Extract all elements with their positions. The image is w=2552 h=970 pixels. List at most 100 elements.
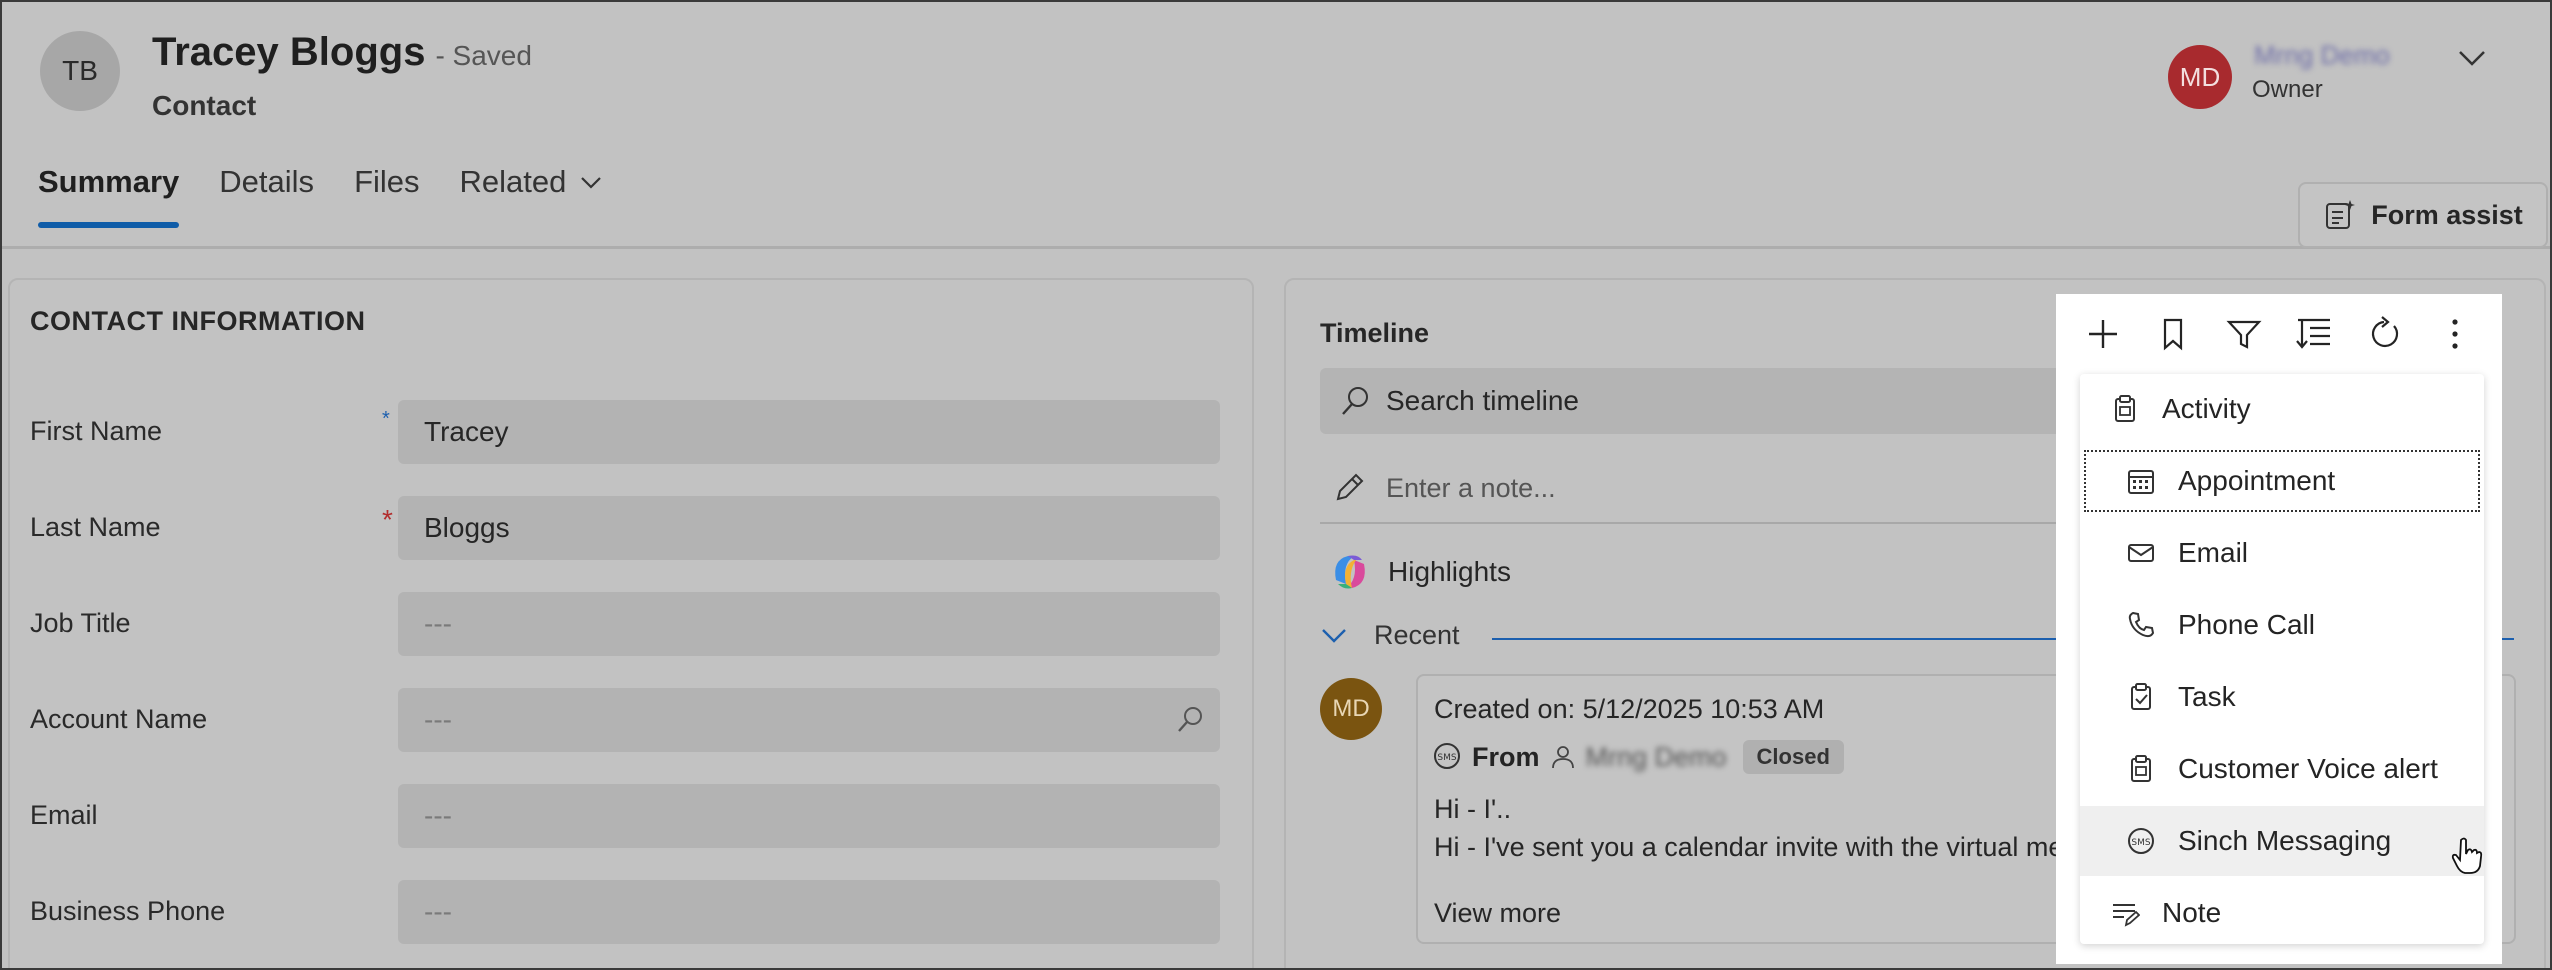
task-clipboard-icon — [2126, 682, 2156, 712]
menu-item-label: Phone Call — [2178, 609, 2315, 640]
last-name-input[interactable]: Bloggs — [398, 496, 1220, 560]
chevron-down-icon — [1320, 626, 1348, 646]
menu-item-label: Activity — [2162, 393, 2251, 424]
first-name-input[interactable]: Tracey — [398, 400, 1220, 464]
business-phone-input[interactable]: --- — [398, 880, 1220, 944]
field-label: Business Phone — [30, 896, 226, 926]
copilot-icon — [1328, 550, 1372, 594]
sort-icon[interactable] — [2292, 312, 2336, 356]
activity-avatar: MD — [1320, 678, 1382, 740]
job-title-input[interactable]: --- — [398, 592, 1220, 656]
menu-item-email[interactable]: Email — [2080, 518, 2484, 588]
filter-icon[interactable] — [2222, 312, 2266, 356]
from-label: From — [1472, 741, 1540, 772]
recommended-indicator: * — [382, 408, 390, 430]
bookmark-icon[interactable] — [2151, 312, 2195, 356]
owner-avatar[interactable]: MD — [2168, 45, 2232, 109]
tab-files[interactable]: Files — [354, 164, 419, 228]
chevron-down-icon[interactable] — [2454, 40, 2490, 76]
form-assist-icon — [2323, 198, 2357, 232]
search-icon — [1338, 384, 1372, 418]
person-icon — [1550, 744, 1576, 770]
menu-item-note[interactable]: Note — [2080, 878, 2484, 948]
record-tabs: Summary Details Files Related — [38, 164, 604, 228]
account-name-lookup[interactable]: --- — [398, 688, 1220, 752]
activity-from-row: SMS From Mrng Demo Closed — [1432, 740, 1844, 774]
sms-icon: SMS — [1432, 742, 1462, 772]
menu-item-phone-call[interactable]: Phone Call — [2080, 590, 2484, 660]
header-divider — [2, 246, 2550, 249]
account-name-value: --- — [424, 704, 452, 735]
form-assist-button[interactable]: Form assist — [2298, 182, 2548, 248]
owner-name[interactable]: Mrng Demo — [2254, 40, 2390, 71]
new-activity-menu: Activity Appointment Email Phone Call Ta… — [2056, 374, 2502, 964]
menu-item-appointment[interactable]: Appointment — [2080, 446, 2484, 516]
clipboard-alert-icon — [2126, 754, 2156, 784]
more-vertical-icon[interactable] — [2433, 312, 2477, 356]
svg-text:SMS: SMS — [1437, 753, 1456, 763]
tab-summary[interactable]: Summary — [38, 164, 180, 228]
activity-subject: Hi - I'.. — [1434, 794, 1512, 824]
menu-item-label: Task — [2178, 681, 2236, 712]
menu-item-customer-voice-alert[interactable]: Customer Voice alert — [2080, 734, 2484, 804]
activity-created-on: Created on: 5/12/2025 10:53 AM — [1434, 694, 1825, 724]
svg-text:SMS: SMS — [2131, 838, 2150, 848]
recent-label: Recent — [1374, 620, 1460, 650]
menu-item-task[interactable]: Task — [2080, 662, 2484, 732]
field-label: Email — [30, 800, 98, 830]
note-icon — [2110, 898, 2140, 928]
record-avatar: TB — [40, 31, 120, 111]
timeline-search[interactable]: Search timeline — [1320, 368, 2100, 434]
menu-list: Activity Appointment Email Phone Call Ta… — [2080, 374, 2484, 944]
recent-group-header[interactable]: Recent — [1320, 620, 1460, 651]
pencil-icon — [1332, 471, 1366, 505]
field-last-name: Last Name * Bloggs — [30, 496, 1230, 560]
owner-role: Owner — [2252, 76, 2323, 103]
field-label: First Name — [30, 416, 163, 446]
phone-icon — [2126, 610, 2156, 640]
sms-icon: SMS — [2126, 826, 2156, 856]
highlights-label: Highlights — [1388, 556, 1511, 587]
plus-icon[interactable] — [2081, 312, 2125, 356]
contact-information-card: CONTACT INFORMATION First Name * Tracey … — [8, 278, 1254, 968]
activity-body: Hi - I've sent you a calendar invite wit… — [1434, 832, 2064, 862]
record-title: Tracey Bloggs - Saved — [152, 30, 532, 75]
field-label: Last Name — [30, 512, 161, 542]
menu-item-activity[interactable]: Activity — [2080, 374, 2484, 444]
search-icon[interactable] — [1174, 704, 1206, 736]
hand-cursor-icon — [2450, 836, 2484, 876]
tab-label: Files — [354, 164, 420, 199]
form-assist-label: Form assist — [2371, 199, 2523, 230]
app-window: TB Tracey Bloggs - Saved Contact MD Mrng … — [0, 0, 2552, 970]
timeline-note-input[interactable]: Enter a note... — [1320, 458, 2100, 518]
field-account-name: Account Name --- — [30, 688, 1230, 752]
record-name: Tracey Bloggs — [152, 30, 426, 74]
chevron-down-icon — [578, 169, 604, 195]
timeline-title: Timeline — [1320, 318, 1430, 348]
menu-item-label: Sinch Messaging — [2178, 825, 2392, 856]
view-more-link[interactable]: View more — [1434, 898, 1561, 929]
tab-details[interactable]: Details — [219, 164, 314, 228]
field-business-phone: Business Phone --- — [30, 880, 1230, 944]
field-email: Email --- — [30, 784, 1230, 848]
note-underline — [1320, 522, 2110, 524]
menu-item-label: Email — [2178, 537, 2249, 568]
email-input[interactable]: --- — [398, 784, 1220, 848]
save-status: - Saved — [435, 40, 532, 71]
field-job-title: Job Title --- — [30, 592, 1230, 656]
record-entity-type: Contact — [152, 90, 257, 121]
section-title: CONTACT INFORMATION — [30, 306, 366, 336]
from-name[interactable]: Mrng Demo — [1586, 742, 1727, 773]
tab-related[interactable]: Related — [460, 164, 605, 228]
tab-label: Related — [459, 164, 567, 199]
field-label: Account Name — [30, 704, 208, 734]
highlights-section[interactable]: Highlights — [1328, 550, 1511, 594]
tab-label: Details — [219, 164, 315, 199]
refresh-icon[interactable] — [2362, 312, 2406, 356]
required-indicator: * — [382, 504, 393, 535]
menu-item-label: Appointment — [2178, 465, 2336, 496]
field-label: Job Title — [30, 608, 131, 638]
menu-item-label: Note — [2162, 897, 2222, 928]
menu-item-sinch-messaging[interactable]: SMS Sinch Messaging — [2080, 806, 2484, 876]
activity-clipboard-icon — [2110, 394, 2140, 424]
